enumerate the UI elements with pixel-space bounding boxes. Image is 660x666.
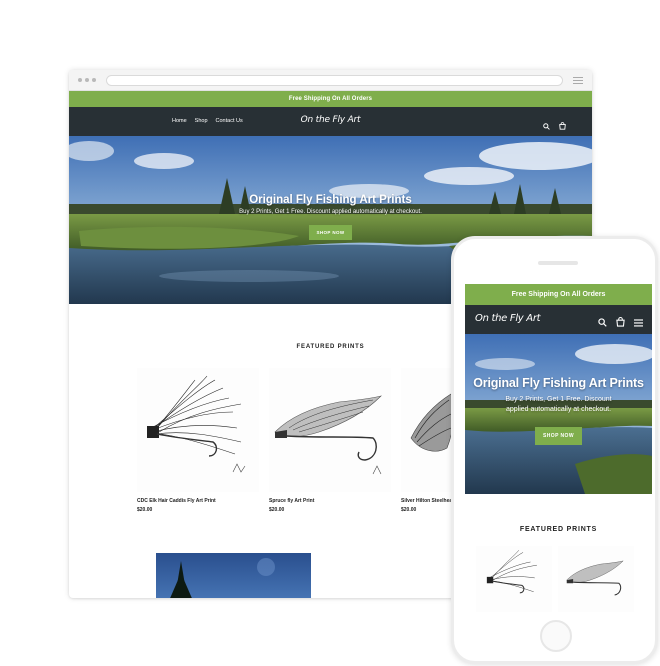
browser-chrome [69, 70, 592, 91]
mobile-hero-subtitle: Buy 2 Prints, Get 1 Free. Discount appli… [505, 396, 612, 413]
product-image[interactable] [137, 368, 259, 492]
product-price: $20.00 [269, 507, 285, 513]
mobile-product-grid [476, 546, 634, 612]
mobile-screen: Free Shipping On All Orders On the Fly A… [465, 284, 652, 612]
site-header: Home Shop Contact Us On the Fly Art [69, 107, 592, 136]
address-bar[interactable] [106, 75, 563, 86]
search-icon[interactable] [598, 314, 607, 332]
mobile-featured-prints-heading: FEATURED PRINTS [519, 526, 598, 533]
mobile-product-image[interactable] [558, 546, 634, 612]
mobile-header-icons [598, 314, 643, 332]
product-card[interactable]: CDC Elk Hair Caddis Fly Art Print $20.00 [137, 368, 259, 513]
mobile-site-header: On the Fly Art [465, 305, 652, 334]
cart-icon[interactable] [559, 117, 566, 135]
mobile-hero-title: Original Fly Fishing Art Prints [473, 376, 644, 390]
product-price: $20.00 [137, 507, 153, 513]
collection-image[interactable] [156, 553, 311, 598]
phone-home-button[interactable] [540, 620, 572, 652]
shop-now-button[interactable]: SHOP NOW [309, 225, 352, 240]
browser-menu-icon[interactable] [573, 77, 583, 86]
announcement-bar: Free Shipping On All Orders [69, 91, 592, 107]
cart-icon[interactable] [616, 314, 625, 332]
hero-title: Original Fly Fishing Art Prints [249, 194, 412, 206]
mobile-shop-now-button[interactable]: SHOP NOW [535, 427, 582, 445]
hamburger-menu-icon[interactable] [634, 314, 643, 332]
phone-speaker [538, 261, 578, 265]
mobile-site-logo[interactable]: On the Fly Art [475, 313, 541, 324]
product-card[interactable]: Spruce fly Art Print $20.00 [269, 368, 391, 513]
product-image[interactable] [269, 368, 391, 492]
search-icon[interactable] [543, 117, 550, 135]
mobile-product-image[interactable] [476, 546, 552, 612]
mobile-hero-banner: Original Fly Fishing Art Prints Buy 2 Pr… [465, 334, 652, 494]
product-title[interactable]: CDC Elk Hair Caddis Fly Art Print [137, 498, 259, 504]
window-controls[interactable] [78, 78, 96, 82]
mobile-hero-content: Original Fly Fishing Art Prints Buy 2 Pr… [465, 376, 652, 445]
mobile-phone-mockup: Free Shipping On All Orders On the Fly A… [451, 236, 658, 664]
site-logo[interactable]: On the Fly Art [69, 115, 592, 125]
product-title[interactable]: Spruce fly Art Print [269, 498, 391, 504]
mobile-announcement-bar: Free Shipping On All Orders [465, 284, 652, 305]
header-icons [543, 117, 566, 135]
hero-subtitle: Buy 2 Prints, Get 1 Free. Discount appli… [239, 209, 422, 215]
hero-content: Original Fly Fishing Art Prints Buy 2 Pr… [69, 194, 592, 240]
